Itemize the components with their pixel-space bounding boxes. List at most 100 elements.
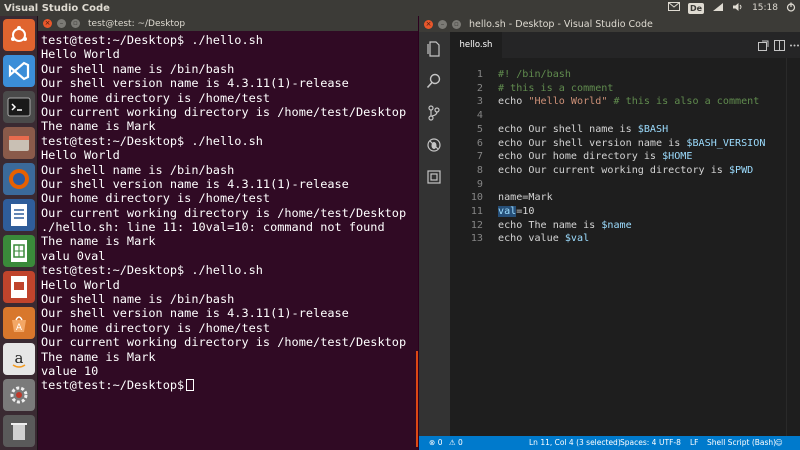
code-text: name=Mark	[498, 191, 553, 205]
launcher: A a	[0, 16, 38, 450]
terminal-line: Our shell version name is 4.3.11(1)-rele…	[41, 306, 349, 321]
error-count: 0	[437, 438, 443, 447]
code-line[interactable]: 5 echo Our shell name is $BASH	[450, 123, 800, 137]
problems-indicator[interactable]: ⊗ 0 ⚠ 0	[429, 436, 463, 450]
terminal-line: ./hello.sh: line 11: 10val=10: command n…	[41, 220, 385, 235]
terminal-line: Our home directory is /home/test	[41, 90, 271, 105]
code-line[interactable]: 1 #! /bin/bash	[450, 68, 800, 82]
code-token: $BASH_VERSION	[686, 137, 766, 149]
firefox-launcher-icon[interactable]	[3, 163, 35, 195]
terminal-line: Our current working directory is /home/t…	[41, 205, 407, 220]
line-ending[interactable]: LF	[690, 436, 699, 450]
terminal-window: × – ▫ test@test: ~/Desktop test@test:~/D…	[38, 16, 418, 450]
trash-launcher-icon[interactable]	[3, 415, 35, 447]
code-line[interactable]: 2 # this is a comment	[450, 82, 800, 96]
active-app-title: Visual Studio Code	[4, 2, 110, 14]
split-editor-icon[interactable]	[772, 38, 786, 52]
clock[interactable]: 15:18	[752, 3, 778, 13]
files-launcher-icon[interactable]	[3, 127, 35, 159]
terminal-close-button[interactable]: ×	[43, 19, 52, 28]
vscode-minimize-button[interactable]: –	[438, 19, 447, 29]
code-line[interactable]: 3 echo "Hello World" # this is also a com…	[450, 95, 800, 109]
code-token: value	[528, 233, 565, 245]
extensions-icon[interactable]	[425, 168, 443, 186]
terminal-maximize-button[interactable]: ▫	[71, 19, 80, 28]
code-line[interactable]: 13 echo value $val	[450, 232, 800, 246]
search-icon[interactable]	[425, 72, 443, 90]
debug-icon[interactable]	[425, 136, 443, 154]
amazon-launcher-icon[interactable]: a	[3, 343, 35, 375]
line-number: 3	[476, 96, 483, 108]
vscode-maximize-button[interactable]: ▫	[452, 19, 461, 29]
network-icon[interactable]	[712, 2, 724, 15]
system-settings-launcher-icon[interactable]	[3, 379, 35, 411]
terminal-titlebar[interactable]: × – ▫ test@test: ~/Desktop	[38, 16, 418, 31]
activity-bar	[419, 32, 450, 436]
encoding[interactable]: UTF-8	[659, 436, 681, 450]
terminal-line: test@test:~/Desktop$ ./hello.sh	[41, 33, 263, 47]
mail-indicator-icon[interactable]	[667, 2, 680, 14]
indentation[interactable]: Spaces: 4	[620, 436, 656, 450]
code-text: #! /bin/bash	[498, 68, 571, 82]
terminal-line: Our shell name is /bin/bash	[41, 61, 235, 76]
code-line[interactable]: 12 echo The name is $name	[450, 219, 800, 233]
volume-icon[interactable]	[732, 2, 744, 15]
code-token: $PWD	[728, 164, 754, 176]
code-line[interactable]: 4	[450, 109, 800, 123]
terminal-output[interactable]: test@test:~/Desktop$ ./hello.sh Hello Wo…	[41, 33, 417, 448]
code-editor[interactable]: 1 #! /bin/bash 2 # this is a comment 3 echo "…	[450, 58, 800, 436]
code-token: name=Mark	[498, 192, 553, 204]
code-token: $BASH	[637, 123, 669, 135]
code-line[interactable]: 10 name=Mark	[450, 191, 800, 205]
software-center-launcher-icon[interactable]: A	[3, 307, 35, 339]
cursor-position[interactable]: Ln 11, Col 4 (3 selected)	[529, 436, 621, 450]
terminal-line: Our current working directory is /home/t…	[41, 104, 407, 119]
line-number: 8	[476, 164, 483, 176]
vscode-titlebar[interactable]: × – ▫ hello.sh - Desktop - Visual Studio…	[419, 16, 800, 32]
more-actions-icon[interactable]	[787, 38, 800, 52]
code-text: echo Our shell name is $BASH	[498, 123, 668, 137]
code-text: echo Our home directory is $HOME	[498, 150, 692, 164]
code-line[interactable]: 9	[450, 178, 800, 192]
ubuntu-dash-icon[interactable]	[3, 19, 35, 51]
code-line[interactable]: 11 val=10	[450, 205, 800, 219]
terminal-title: test@test: ~/Desktop	[88, 18, 186, 29]
vscode-launcher-icon[interactable]	[3, 55, 35, 87]
vscode-window: × – ▫ hello.sh - Desktop - Visual Studio…	[419, 16, 800, 450]
code-line[interactable]: 7 echo Our home directory is $HOME	[450, 150, 800, 164]
code-token: $HOME	[662, 151, 693, 163]
keyboard-layout-indicator[interactable]: De	[687, 2, 705, 14]
writer-launcher-icon[interactable]	[3, 199, 35, 231]
svg-text:a: a	[15, 349, 24, 367]
tab-hello-sh[interactable]: hello.sh	[450, 32, 502, 58]
code-line[interactable]: 6 echo Our shell version name is $BASH_VE…	[450, 137, 800, 151]
vscode-close-button[interactable]: ×	[424, 19, 433, 29]
code-text: val=10	[498, 205, 534, 219]
source-control-icon[interactable]	[425, 104, 443, 122]
line-number: 2	[476, 82, 483, 94]
status-bar: ⊗ 0 ⚠ 0 Ln 11, Col 4 (3 selected) Spaces…	[419, 436, 800, 450]
open-changes-icon[interactable]	[756, 38, 770, 52]
line-number: 6	[476, 137, 483, 149]
code-token: $name	[601, 219, 632, 231]
code-token: $val	[564, 233, 590, 245]
terminal-minimize-button[interactable]: –	[57, 19, 66, 28]
code-line[interactable]: 8 echo Our current working directory is $…	[450, 164, 800, 178]
explorer-icon[interactable]	[425, 40, 443, 58]
terminal-prompt-line[interactable]: test@test:~/Desktop$	[41, 378, 417, 392]
calc-launcher-icon[interactable]	[3, 235, 35, 267]
terminal-launcher-icon[interactable]	[3, 91, 35, 123]
editor-scrollbar[interactable]	[786, 58, 800, 436]
impress-launcher-icon[interactable]	[3, 271, 35, 303]
terminal-line: Our shell name is /bin/bash	[41, 292, 235, 307]
line-number: 11	[470, 206, 483, 217]
language-mode[interactable]: Shell Script (Bash)	[707, 436, 776, 450]
code-token: echo Our shell version name is	[498, 137, 687, 149]
terminal-scrollbar[interactable]	[416, 351, 418, 447]
feedback-icon[interactable]: ☺	[775, 436, 783, 450]
code-token: echo	[498, 233, 529, 245]
code-text: echo Our shell version name is $BASH_VER…	[498, 137, 765, 151]
editor-tabbar: hello.sh	[450, 32, 800, 58]
power-settings-icon[interactable]	[786, 2, 796, 15]
terminal-line: Our shell name is /bin/bash	[41, 162, 235, 177]
